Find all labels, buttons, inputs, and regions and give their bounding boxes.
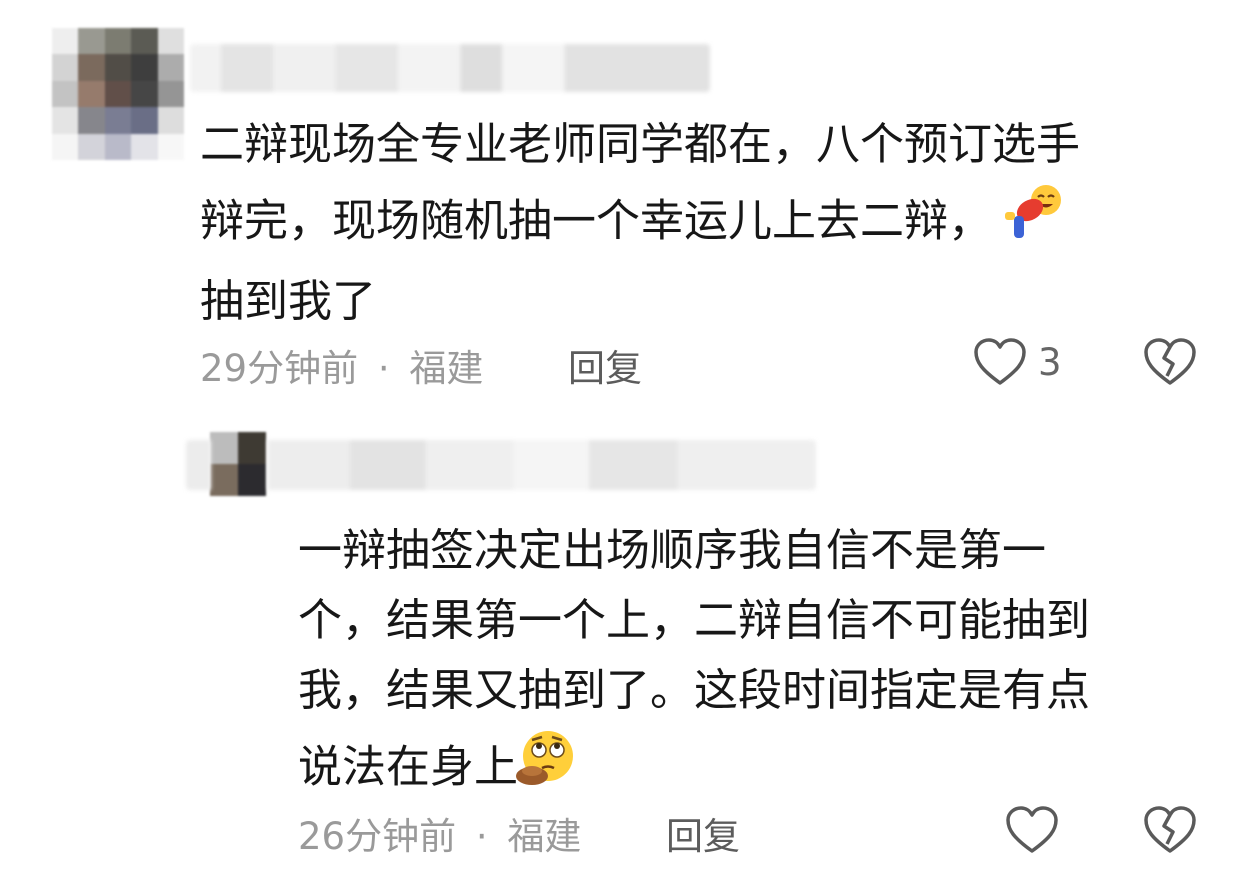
avatar[interactable] [52, 28, 184, 160]
comment-meta: 29分钟前 · 福建 [200, 338, 483, 392]
heart-outline-icon [974, 338, 1026, 385]
username-blurred[interactable] [186, 440, 816, 490]
comment-line: 我，结果又抽到了。这段时间指定是有点 [298, 665, 1090, 716]
comment-line: 辩完，现场随机抽一个幸运儿上去二辩， [200, 195, 992, 247]
comment-line: 二辩现场全专业老师同学都在，八个预订选手 [200, 119, 1080, 170]
reply-button[interactable]: 回复 [568, 338, 642, 392]
username-blurred[interactable] [190, 44, 710, 92]
broken-heart-icon [1144, 338, 1196, 385]
comment-line: 抽到我了 [200, 276, 376, 327]
thinking-eyeroll-emoji [512, 726, 578, 813]
bowing-laugh-emoji [1000, 180, 1066, 267]
broken-heart-icon [1144, 806, 1196, 853]
comment-line: 一辩抽签决定出场顺序我自信不是第一 [298, 525, 1046, 576]
comment-body: 一辩抽签决定出场顺序我自信不是第一 个，结果第一个上，二辩自信不可能抽到 我，结… [298, 516, 1090, 813]
comment-line: 个，结果第一个上，二辩自信不可能抽到 [298, 595, 1090, 646]
comment-body: 二辩现场全专业老师同学都在，八个预订选手 辩完，现场随机抽一个幸运儿上去二辩， … [200, 110, 1080, 337]
like-button[interactable] [1004, 804, 1060, 860]
comment-time: 26分钟前 [298, 815, 457, 858]
reply-button[interactable]: 回复 [666, 806, 740, 860]
like-count: 3 [1038, 340, 1062, 384]
comment-time: 29分钟前 [200, 347, 359, 390]
heart-outline-icon [1006, 806, 1058, 853]
comment-line: 说法在身上 [298, 741, 518, 793]
meta-separator: · [377, 347, 390, 390]
comment-meta: 26分钟前 · 福建 [298, 806, 581, 860]
dislike-button[interactable] [1142, 804, 1198, 860]
dislike-button[interactable] [1142, 336, 1198, 392]
comment-location: 福建 [507, 815, 582, 858]
like-button[interactable]: 3 [972, 336, 1062, 388]
comment-location: 福建 [409, 347, 484, 390]
meta-separator: · [475, 815, 488, 858]
